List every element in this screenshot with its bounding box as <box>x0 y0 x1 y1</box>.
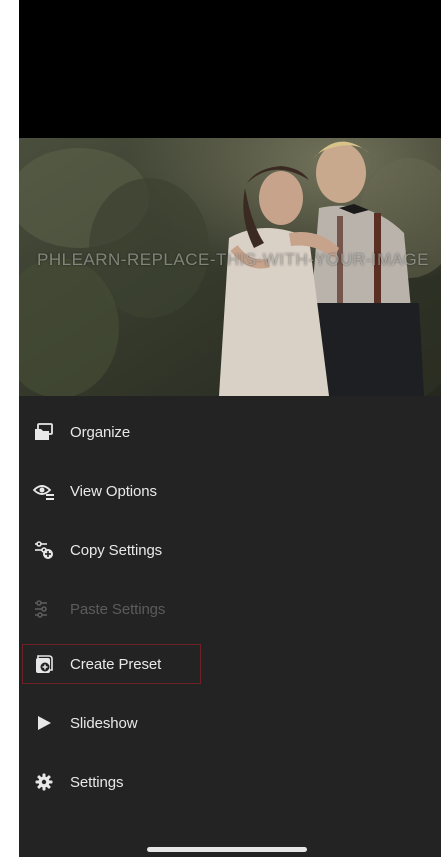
context-menu: Organize View Options Copy Settings Past… <box>19 396 441 857</box>
menu-item-organize[interactable]: Organize <box>19 408 441 456</box>
menu-item-label: Create Preset <box>70 655 162 673</box>
menu-item-create-preset[interactable]: Create Preset <box>19 640 441 688</box>
menu-item-label: Slideshow <box>70 714 138 732</box>
create-preset-icon <box>32 652 56 676</box>
menu-item-label: Settings <box>70 773 124 791</box>
menu-item-settings[interactable]: Settings <box>19 758 441 806</box>
phone-screen: PHLEARN-REPLACE-THIS-WITH-YOUR-IMAGE Org… <box>19 0 441 857</box>
view-options-icon <box>32 479 56 503</box>
menu-item-view-options[interactable]: View Options <box>19 467 441 515</box>
folder-stack-icon <box>32 420 56 444</box>
menu-item-label: View Options <box>70 482 157 500</box>
photo-preview: PHLEARN-REPLACE-THIS-WITH-YOUR-IMAGE <box>19 138 441 396</box>
play-icon <box>32 711 56 735</box>
copy-settings-icon <box>32 538 56 562</box>
menu-item-label: Paste Settings <box>70 600 166 618</box>
menu-item-slideshow[interactable]: Slideshow <box>19 699 441 747</box>
home-indicator[interactable] <box>147 847 307 852</box>
watermark-text: PHLEARN-REPLACE-THIS-WITH-YOUR-IMAGE <box>37 250 430 269</box>
gear-icon <box>32 770 56 794</box>
menu-item-copy-settings[interactable]: Copy Settings <box>19 526 441 574</box>
paste-settings-icon <box>32 597 56 621</box>
status-bar-area <box>19 0 441 138</box>
menu-item-paste-settings: Paste Settings <box>19 585 441 633</box>
menu-item-label: Organize <box>70 423 131 441</box>
menu-item-label: Copy Settings <box>70 541 163 559</box>
